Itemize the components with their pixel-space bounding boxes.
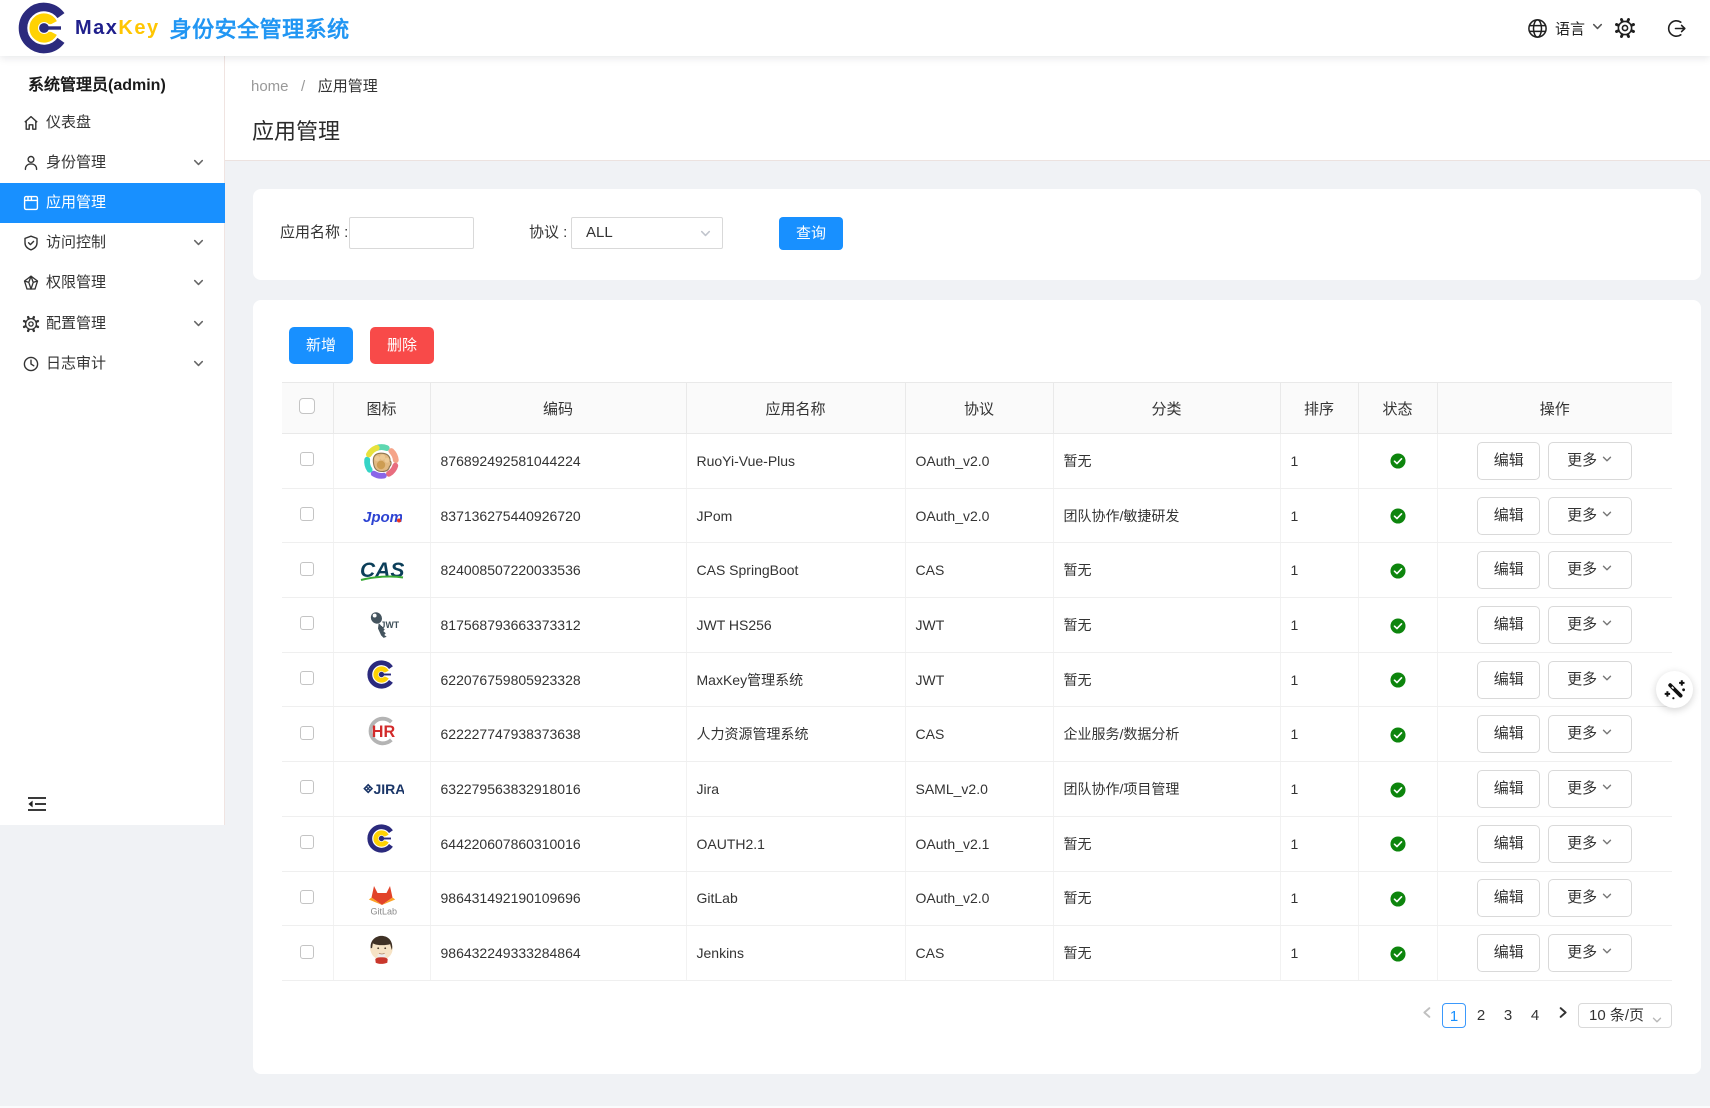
svg-text:JIRA: JIRA (373, 781, 404, 797)
svg-text:Jpom: Jpom (363, 509, 402, 526)
svg-text:GitLab: GitLab (370, 907, 397, 917)
svg-text:HR: HR (371, 723, 395, 741)
svg-text:JWT: JWT (381, 620, 400, 630)
